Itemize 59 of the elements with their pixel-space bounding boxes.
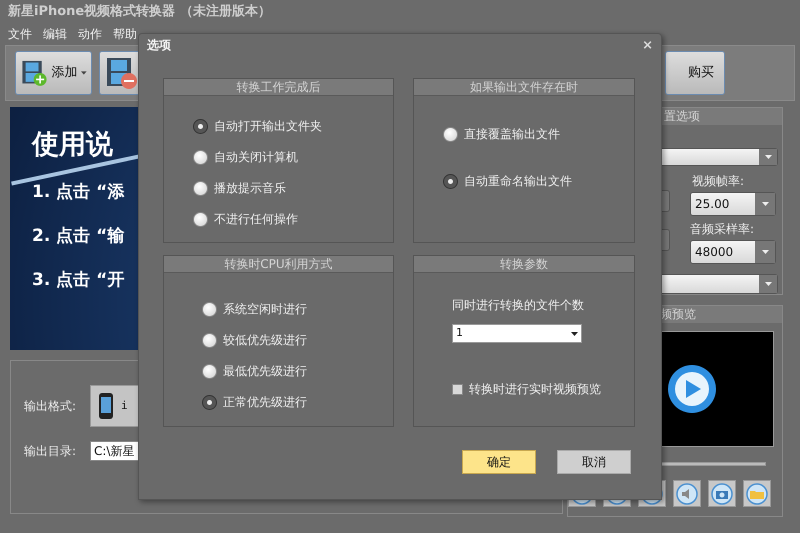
caret-icon bbox=[762, 202, 768, 206]
option-label[interactable]: 直接覆盖输出文件 bbox=[464, 125, 560, 143]
radio-button[interactable] bbox=[193, 118, 208, 134]
option-label[interactable]: 不进行任何操作 bbox=[214, 210, 298, 228]
banner-text: 1. 点击 “添 bbox=[32, 181, 124, 204]
ok-button[interactable]: 确定 bbox=[462, 450, 536, 474]
radio-button[interactable] bbox=[443, 174, 458, 188]
cancel-button[interactable]: 取消 bbox=[557, 450, 631, 474]
radio-button[interactable] bbox=[202, 394, 217, 410]
phone-icon bbox=[99, 393, 113, 419]
film-icon bbox=[104, 56, 138, 90]
caret-icon bbox=[81, 71, 87, 75]
option-label[interactable]: 自动打开输出文件夹 bbox=[214, 117, 322, 135]
caret-icon bbox=[762, 250, 768, 254]
option-label[interactable]: 正常优先级进行 bbox=[223, 393, 307, 411]
banner-text: 3. 点击 “开 bbox=[32, 269, 124, 292]
banner-title: 使用说 bbox=[32, 128, 113, 162]
volume-icon[interactable] bbox=[673, 480, 701, 507]
radio-button[interactable] bbox=[193, 150, 208, 164]
dir-label: 输出目录: bbox=[24, 443, 78, 460]
radio-button[interactable] bbox=[443, 126, 458, 142]
group-title: 如果输出文件存在时 bbox=[414, 79, 634, 96]
menu-item[interactable]: 动作 bbox=[78, 25, 102, 43]
folder-icon[interactable] bbox=[743, 480, 771, 507]
window-title: 新星iPhone视频格式转换器 （未注册版本） bbox=[7, 2, 272, 21]
radio-button[interactable] bbox=[193, 180, 208, 196]
add-button[interactable]: 添加 bbox=[15, 51, 92, 95]
radio-button[interactable] bbox=[202, 302, 217, 316]
caret-icon bbox=[764, 282, 772, 286]
caret-icon bbox=[571, 332, 578, 336]
camera-icon[interactable] bbox=[708, 480, 736, 507]
option-label[interactable]: 最低优先级进行 bbox=[223, 362, 307, 380]
group-title: 转换参数 bbox=[414, 256, 634, 273]
group-title: 转换时CPU利用方式 bbox=[164, 256, 393, 273]
option-label[interactable]: 自动关闭计算机 bbox=[214, 148, 298, 166]
sample-rate-label: 音频采样率: bbox=[690, 221, 756, 238]
menu-item[interactable]: 编辑 bbox=[43, 25, 67, 43]
option-label[interactable]: 自动重命名输出文件 bbox=[464, 172, 572, 190]
banner-text: 2. 点击 “输 bbox=[32, 225, 124, 248]
radio-button[interactable] bbox=[193, 212, 208, 226]
dialog-title: 选项 bbox=[147, 37, 171, 54]
format-label: 输出格式: bbox=[24, 398, 78, 415]
frame-rate-dropdown[interactable]: 25.00 bbox=[690, 192, 776, 216]
option-label[interactable]: 较低优先级进行 bbox=[223, 331, 307, 349]
menu-item[interactable]: 文件 bbox=[8, 25, 32, 43]
group-title: 转换工作完成后 bbox=[164, 79, 393, 96]
close-button[interactable]: × bbox=[642, 38, 653, 52]
frame-rate-label: 视频帧率: bbox=[691, 173, 746, 190]
checkbox-label[interactable]: 转换时进行实时视频预览 bbox=[469, 380, 601, 398]
buy-button[interactable]: 购买 bbox=[665, 51, 725, 95]
option-label[interactable]: 播放提示音乐 bbox=[214, 179, 286, 197]
caret-icon bbox=[764, 155, 772, 160]
radio-button[interactable] bbox=[202, 364, 217, 378]
file-count-dropdown[interactable]: 1 bbox=[452, 324, 582, 343]
sample-rate-dropdown[interactable]: 48000 bbox=[690, 240, 776, 264]
checkbox[interactable] bbox=[452, 384, 463, 394]
menu-item[interactable]: 帮助 bbox=[113, 25, 137, 43]
radio-button[interactable] bbox=[202, 332, 217, 348]
option-label[interactable]: 系统空闲时进行 bbox=[223, 300, 307, 318]
